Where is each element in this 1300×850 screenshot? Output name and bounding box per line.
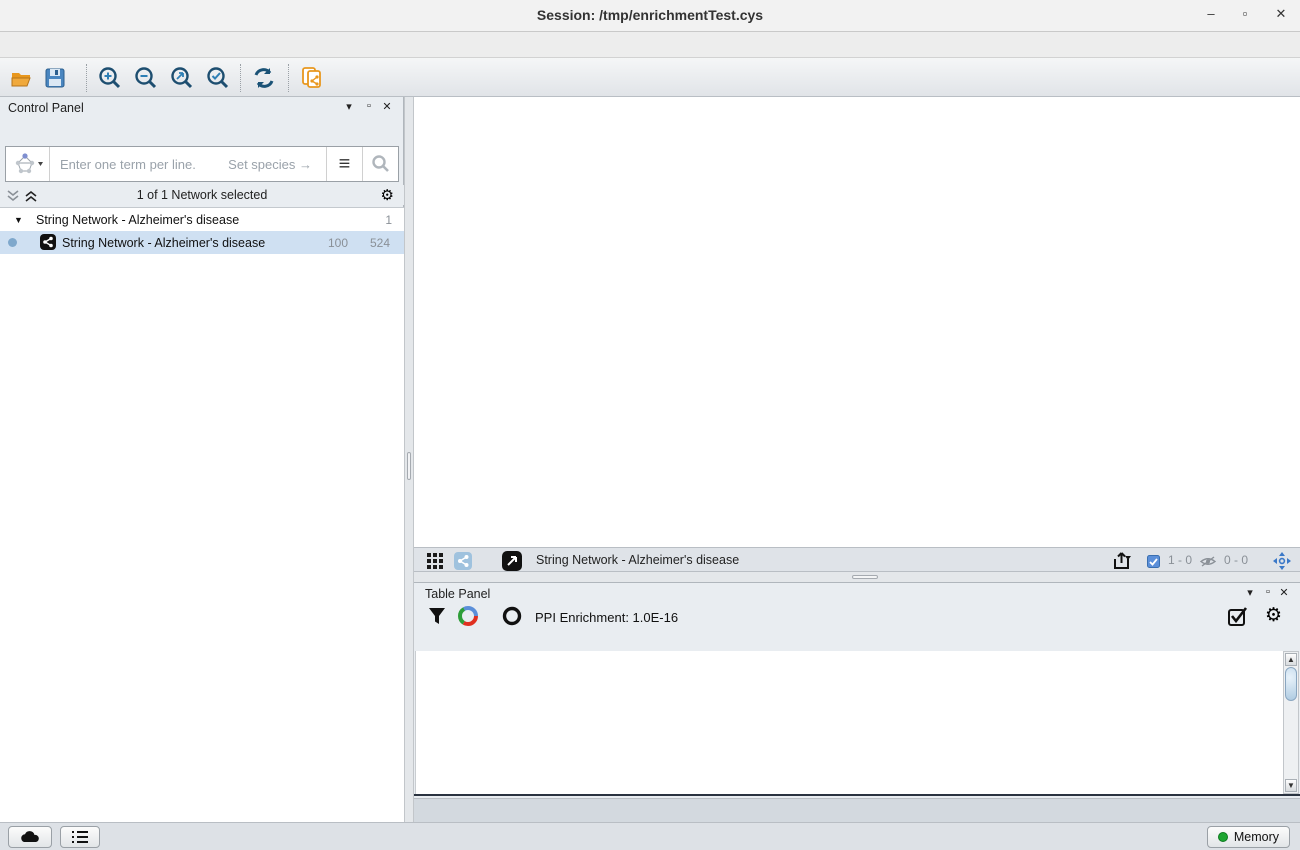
string-query-input[interactable]: Enter one term per line. [50, 157, 228, 172]
scroll-down-arrow-icon[interactable]: ▼ [1285, 779, 1297, 792]
share-view-icon[interactable] [454, 552, 472, 570]
birdseye-toggle-icon[interactable] [1272, 551, 1292, 571]
horizontal-splitter[interactable] [414, 572, 1300, 582]
network-view-title: String Network - Alzheimer's disease [536, 553, 739, 567]
table-tabs [414, 798, 1300, 822]
network-edge-count: 524 [370, 236, 390, 250]
close-button[interactable]: ✕ [1270, 6, 1292, 22]
string-search-bar: Enter one term per line. Set species → ≡ [5, 146, 399, 182]
export-view-icon[interactable] [1112, 551, 1134, 571]
network-options-gear-icon[interactable]: ⚙ [381, 186, 394, 204]
panel-collapse-icon[interactable]: ▾ [341, 100, 357, 113]
hsplitter-grip[interactable] [852, 575, 878, 579]
cloud-tasks-button[interactable] [8, 826, 52, 848]
control-panel: Control Panel ▾ ▫ ✕ Enter one term per l… [0, 97, 404, 822]
splitter-grip[interactable] [407, 452, 411, 480]
hidden-eye-icon[interactable] [1200, 555, 1216, 568]
ppi-enrichment-label: PPI Enrichment: 1.0E-16 [535, 610, 678, 625]
memory-button[interactable]: Memory [1207, 826, 1290, 848]
table-panel-collapse-icon[interactable]: ▾ [1242, 586, 1258, 599]
memory-status-dot-icon [1218, 832, 1228, 842]
memory-label: Memory [1234, 830, 1279, 844]
vertical-splitter[interactable] [404, 97, 414, 822]
network-selection-status: 1 of 1 Network selected [0, 188, 404, 202]
zoom-in-icon[interactable] [97, 65, 123, 91]
table-panel-title: Table Panel [425, 587, 490, 601]
menu-bar [0, 32, 1300, 58]
zoom-selected-icon[interactable] [205, 65, 231, 91]
string-options-icon[interactable]: ≡ [326, 147, 362, 181]
string-search-icon[interactable] [362, 147, 398, 181]
table-vertical-scrollbar[interactable]: ▲ ▼ [1283, 651, 1299, 794]
task-history-button[interactable] [60, 826, 100, 848]
main-toolbar: ? [0, 58, 1300, 97]
status-bar: Memory [0, 822, 1300, 850]
hidden-count: 0 - 0 [1224, 553, 1248, 567]
network-collection-row[interactable]: ▼ String Network - Alzheimer's disease 1 [0, 208, 404, 231]
network-tree: ▼ String Network - Alzheimer's disease 1… [0, 207, 404, 822]
maximize-button[interactable]: ▫ [1234, 6, 1256, 21]
ring-chart-icon[interactable] [502, 606, 522, 626]
clone-network-icon[interactable] [299, 65, 325, 91]
set-species-link[interactable]: Set species → [228, 157, 326, 172]
scrollbar-thumb[interactable] [1285, 667, 1297, 701]
detach-view-icon[interactable] [502, 551, 522, 571]
selected-checkbox-icon[interactable] [1147, 555, 1160, 568]
apply-layout-icon[interactable] [251, 65, 277, 91]
save-session-icon[interactable] [42, 65, 68, 91]
select-rows-checkbox-icon[interactable] [1228, 607, 1248, 627]
collection-count: 1 [385, 213, 392, 227]
network-row[interactable]: String Network - Alzheimer's disease 100… [0, 231, 404, 254]
panel-float-icon[interactable]: ▫ [361, 100, 377, 112]
network-view-canvas[interactable] [414, 97, 1300, 547]
network-label: String Network - Alzheimer's disease [62, 236, 265, 250]
string-logo-icon[interactable] [6, 147, 50, 181]
collection-label: String Network - Alzheimer's disease [36, 213, 239, 227]
table-panel-close-icon[interactable]: ✕ [1276, 586, 1292, 599]
control-panel-title: Control Panel [8, 101, 84, 115]
app-window: Session: /tmp/enrichmentTest.cys – ▫ ✕ [0, 0, 1300, 850]
network-share-icon [40, 234, 56, 250]
zoom-fit-icon[interactable] [169, 65, 195, 91]
zoom-out-icon[interactable] [133, 65, 159, 91]
scroll-up-arrow-icon[interactable]: ▲ [1285, 653, 1297, 666]
panel-close-icon[interactable]: ✕ [379, 100, 395, 113]
window-title: Session: /tmp/enrichmentTest.cys [0, 7, 1300, 23]
title-bar: Session: /tmp/enrichmentTest.cys – ▫ ✕ [0, 0, 1300, 32]
filter-funnel-icon[interactable] [428, 607, 446, 625]
minimize-button[interactable]: – [1200, 6, 1222, 21]
table-panel-float-icon[interactable]: ▫ [1260, 586, 1276, 598]
current-network-dot-icon [8, 238, 17, 247]
grid-view-icon[interactable] [426, 552, 444, 570]
collection-caret-icon[interactable]: ▼ [14, 215, 23, 225]
enrichment-chart-icon[interactable] [458, 606, 478, 626]
table-settings-gear-icon[interactable]: ⚙ [1265, 604, 1282, 626]
enrichment-table-body [415, 651, 1283, 794]
selected-count: 1 - 0 [1168, 553, 1192, 567]
network-view-toolbar: String Network - Alzheimer's disease 1 -… [414, 547, 1300, 572]
network-node-count: 100 [328, 236, 348, 250]
table-panel: Table Panel ▾ ▫ ✕ PPI Enrichment: 1.0E-1… [414, 582, 1300, 798]
open-session-icon[interactable] [8, 65, 34, 91]
